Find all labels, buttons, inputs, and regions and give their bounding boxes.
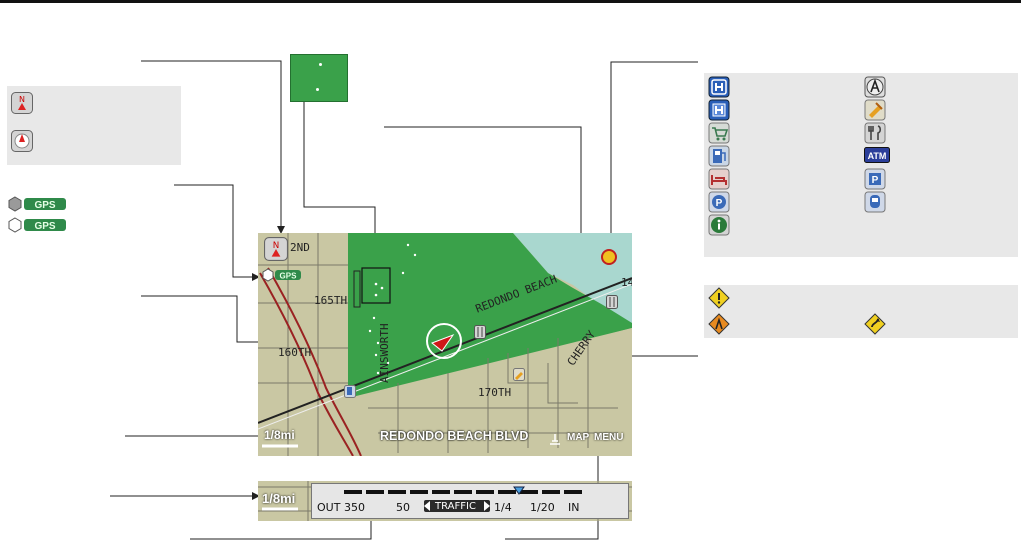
gas-station-icon [601,249,617,265]
school-icon [513,368,525,381]
traffic-label: TRAFFIC [435,501,476,512]
gps-signal-weak-icon: GPS [8,217,66,233]
north-up-icon[interactable]: N [264,237,288,261]
zoom-step-twentieth: 1/20 [530,501,555,514]
zoom-out-label: OUT [317,501,341,514]
shopping-icon [708,122,730,144]
parking-lot-icon: P [864,168,886,190]
menu-button[interactable]: MENU [594,432,623,443]
street-label-170th: 170TH [478,386,512,399]
map-scale-label[interactable]: 1/8mi [264,428,295,442]
information-icon [708,214,730,236]
street-label-2nd: 2ND [290,241,310,254]
zoom-step-50: 50 [396,501,410,514]
gas-station-icon [708,145,730,167]
zoom-step-quarter: 1/4 [494,501,512,514]
gas-station-icon [344,385,356,398]
orientation-legend: N [7,86,181,165]
atm-label: ATM [868,151,887,161]
zoom-in-label: IN [568,501,580,514]
gps-signal-strong-icon: GPS [8,196,66,212]
traffic-zoom-scale[interactable]: OUT 350 50 TRAFFIC 1/4 1/20 IN [311,483,629,519]
park-area-sample [290,54,348,102]
current-street-name: REDONDO BEACH BLVD [380,429,529,443]
walk-icon [550,434,560,445]
map-button[interactable]: MAP [567,432,589,443]
traffic-icons-legend [704,285,1018,338]
north-up-icon: N [11,92,33,114]
gps-label: GPS [280,272,298,281]
svg-text:N: N [19,95,25,104]
navigation-map[interactable]: N GPS 2ND 165TH 160TH 170TH REDONDO BEAC… [258,233,632,456]
gps-legend: GPS GPS [8,196,68,236]
zoom-step-350: 350 [344,501,365,514]
restaurant-icon [606,295,618,309]
gps-status-icon: GPS [262,268,301,282]
road-closure-icon [864,313,886,335]
train-station-icon [864,191,886,213]
hotel-icon [708,168,730,190]
acura-dealer-icon [864,76,886,98]
strip-scale-label[interactable]: 1/8mi [262,491,295,506]
school-icon [864,99,886,121]
heading-up-icon [11,130,33,152]
hospital-icon [708,99,730,121]
incident-icon [708,287,730,309]
street-label-14: 14 [621,276,632,289]
street-label-ainsworth: AINSWORTH [378,323,391,383]
street-label-160th: 160TH [278,346,312,359]
parking-garage-icon: P [708,191,730,213]
atm-icon: ATM [864,147,890,163]
landmark-icons-legend: ATM P P [704,73,1018,257]
gps-label: GPS [34,200,55,211]
construction-icon [708,313,730,335]
honda-dealer-icon [708,76,730,98]
street-label-165th: 165TH [314,294,348,307]
svg-text:P: P [716,198,723,209]
restaurant-icon [474,325,486,339]
gps-label: GPS [34,221,55,232]
svg-text:P: P [872,175,879,186]
restaurant-icon [864,122,886,144]
